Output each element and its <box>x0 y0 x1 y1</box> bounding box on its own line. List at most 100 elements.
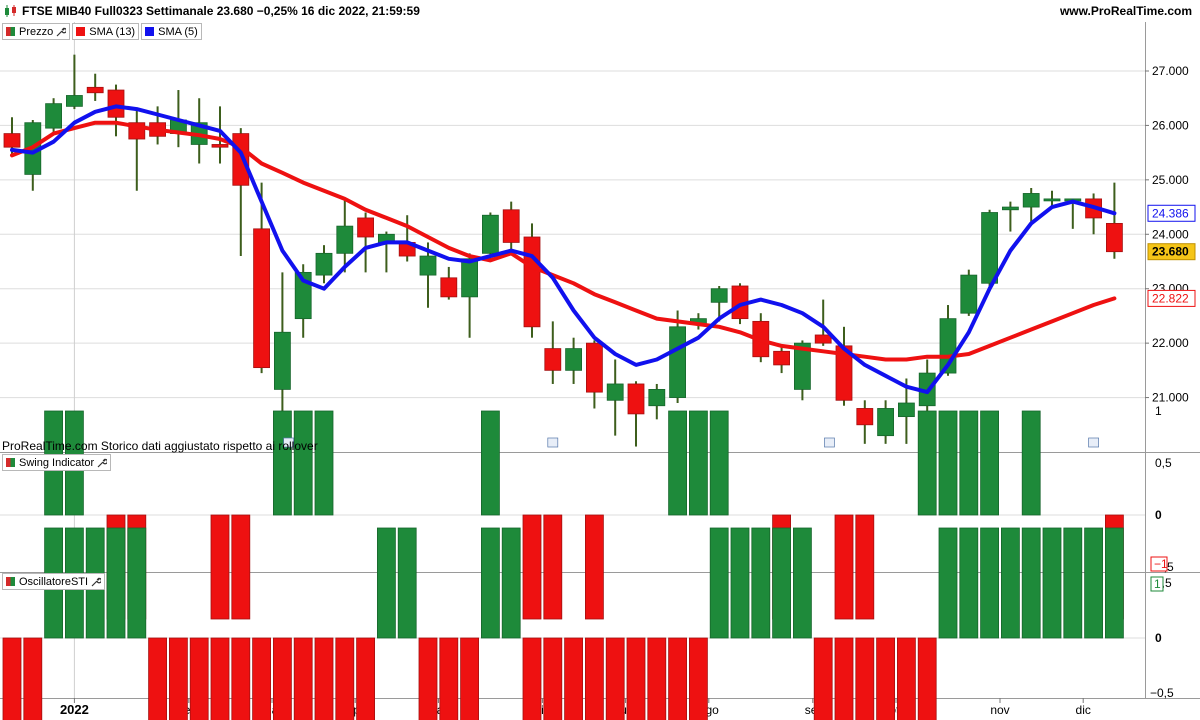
event-marker-icon <box>824 437 835 448</box>
osc-bar <box>834 637 854 720</box>
osc-bar <box>1042 527 1062 639</box>
sma13-swatch <box>76 27 86 36</box>
legend-osc[interactable]: OscillatoreSTI <box>2 573 106 590</box>
legend-price-label: Prezzo <box>19 25 54 38</box>
osc-bar <box>231 637 251 720</box>
swing-bar <box>231 514 251 620</box>
wrench-icon[interactable] <box>56 27 67 37</box>
price-badge-label: 22.822 <box>1152 291 1189 305</box>
legend-swing[interactable]: Swing Indicator <box>2 454 112 471</box>
x-tick-label: dic <box>1076 703 1091 717</box>
candle-body <box>481 214 499 254</box>
candle-body <box>627 383 645 415</box>
osc-bar <box>1001 527 1020 639</box>
candle-body <box>86 86 104 94</box>
candle-body <box>877 408 894 437</box>
candle-body <box>898 402 915 418</box>
osc-bar <box>522 637 542 720</box>
osc-bar <box>813 637 833 720</box>
price-badge-label: 24.386 <box>1152 206 1189 220</box>
swing-bar <box>938 410 958 516</box>
price-tick-label: 25.000 <box>1152 173 1189 187</box>
osc-bar <box>730 527 750 639</box>
legend-sma13[interactable]: SMA (13) <box>72 23 140 40</box>
osc-bar <box>689 637 708 720</box>
osc-bar <box>23 637 43 720</box>
osc-bar <box>876 637 895 720</box>
swing-bar <box>834 514 854 620</box>
osc-bar <box>314 637 334 720</box>
sma5-swatch <box>145 27 155 36</box>
swing-legend: Swing Indicator <box>2 454 112 471</box>
swing-bar <box>210 514 230 620</box>
candle-body <box>273 331 291 390</box>
osc-bar <box>772 527 791 639</box>
osc-bar <box>252 637 272 720</box>
osc-bar <box>335 637 355 720</box>
osc-bar <box>293 637 313 720</box>
osc-bar <box>1063 527 1083 639</box>
candle-body <box>461 258 479 298</box>
legend-price[interactable]: Prezzo <box>2 23 71 40</box>
legend-swing-label: Swing Indicator <box>19 456 95 469</box>
osc-bar <box>917 637 937 720</box>
candle-body <box>523 236 541 328</box>
osc-bar <box>397 527 417 639</box>
osc-bar <box>106 527 126 639</box>
swing-bar <box>1021 410 1041 516</box>
candle-body <box>544 348 562 371</box>
osc-bar <box>439 637 459 720</box>
osc-bar <box>1021 527 1041 639</box>
candle-body <box>669 326 686 398</box>
swing-bar <box>980 410 999 516</box>
osc-bar <box>564 637 583 720</box>
swing-swatch <box>6 458 15 467</box>
candle-body <box>419 255 437 276</box>
osc-bar <box>647 637 667 720</box>
swing-tick-label: 0,5 <box>1155 456 1172 470</box>
price-legend: Prezzo SMA (13) SMA (5) <box>2 23 202 40</box>
candle-body <box>960 274 978 314</box>
osc-swatch <box>6 577 15 586</box>
swing-bar <box>709 410 729 516</box>
candle-body <box>502 209 520 243</box>
instrument-title: FTSE MIB40 Full0323 Settimanale 23.680 −… <box>22 4 420 18</box>
candle-body <box>253 228 271 369</box>
candle-body <box>814 334 832 344</box>
osc-bar <box>418 637 438 720</box>
wrench-icon[interactable] <box>91 577 102 587</box>
candle-body <box>315 252 333 276</box>
osc-bar <box>793 527 812 639</box>
swing-badge-label: −1 <box>1154 557 1168 571</box>
price-tick-label: 21.000 <box>1152 391 1189 405</box>
osc-bar <box>959 527 979 639</box>
osc-bar <box>127 527 147 639</box>
candle-body <box>107 89 125 118</box>
price-tick-label: 27.000 <box>1152 64 1189 78</box>
osc-bar <box>460 637 480 720</box>
swing-bar <box>480 410 500 516</box>
candle-body <box>357 217 375 238</box>
osc-bar <box>543 637 563 720</box>
candle-body <box>232 133 250 186</box>
candle-body <box>1002 206 1019 211</box>
osc-bar <box>210 637 230 720</box>
candle-body <box>440 277 458 298</box>
wrench-icon[interactable] <box>97 458 108 468</box>
chart-canvas[interactable]: 21.00022.00023.00024.00025.00026.00027.0… <box>0 0 1200 720</box>
site-link[interactable]: www.ProRealTime.com <box>1060 4 1192 18</box>
swing-bar <box>543 514 563 620</box>
candle-body <box>211 144 229 148</box>
swing-bar <box>668 410 687 516</box>
osc-tick-label: −0,5 <box>1150 686 1174 700</box>
osc-bar <box>855 637 875 720</box>
osc-bar <box>1105 527 1124 639</box>
candle-body <box>586 342 603 393</box>
candle-body <box>1022 193 1040 208</box>
legend-sma5[interactable]: SMA (5) <box>141 23 202 40</box>
candle-body <box>606 383 624 401</box>
price-tick-label: 24.000 <box>1152 227 1189 241</box>
osc-bar <box>605 637 625 720</box>
x-tick-label: nov <box>990 703 1009 717</box>
osc-bar <box>626 637 646 720</box>
